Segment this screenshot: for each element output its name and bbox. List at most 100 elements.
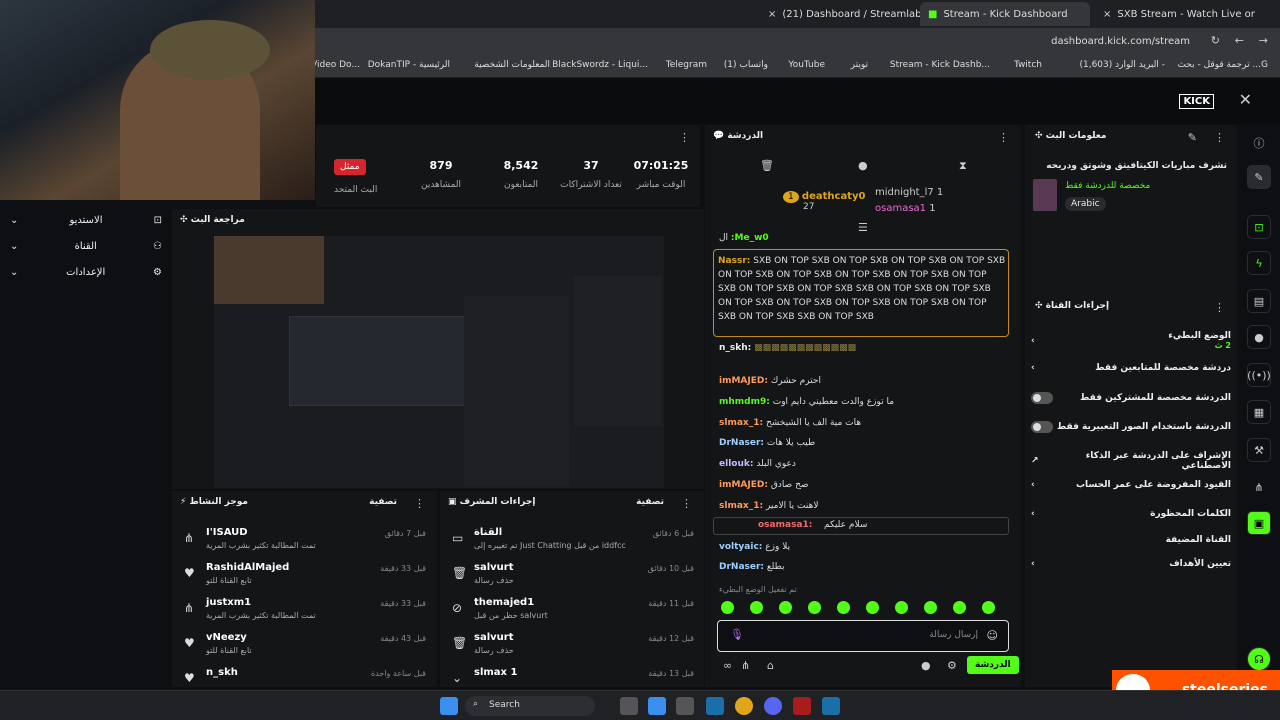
bookmark[interactable]: Stream - Kick Dashb... [890,60,990,70]
forward-icon[interactable]: → [1259,34,1268,47]
bookmark[interactable]: YouTube [788,60,825,70]
share-icon[interactable]: ⋔ [1247,475,1271,499]
toggle-switch[interactable] [1031,421,1053,433]
ban-icon: ⊘ [452,601,463,615]
steam-icon[interactable] [706,697,724,715]
app-icon[interactable] [793,697,811,715]
action-host-channel[interactable]: القناة المضيفة [1031,535,1231,545]
tab-kick-watch[interactable]: × SXB Stream - Watch Live on [1095,2,1255,26]
close-icon[interactable]: ✕ [1239,90,1252,109]
emoji-icon[interactable]: ☺ [987,629,998,642]
bookmark[interactable]: DokanTIP - الرئيسية [368,60,450,70]
explorer-icon[interactable] [648,697,666,715]
action-banned-words[interactable]: الكلمات المحظورة › [1031,509,1231,519]
bookmark[interactable]: المعلومات الشخصية [474,60,550,70]
steam-icon[interactable] [822,697,840,715]
mic-icon[interactable]: 🎙 [730,628,744,641]
gear-icon[interactable]: ⚙ [947,659,957,672]
settings-icon[interactable] [620,697,638,715]
bookmark[interactable]: واتساب (1) [724,60,768,70]
action-subscribers-only[interactable]: الدردشة مخصصة للمشتركين فقط [1031,392,1231,404]
action-followers-only[interactable]: دردشة مخصصة للمتابعين فقط › [1031,363,1231,373]
stream-preview[interactable] [214,236,664,488]
action-account-age[interactable]: القيود المفروضة على عمر الحساب › [1031,480,1231,490]
webcam-overlay [0,0,315,200]
stream-info-panel: ✣ معلومات البث ⋮ ✎ تشرف مباريات الكيتافي… [1025,125,1237,293]
trash-icon: 🗑 [452,636,468,650]
chat-message: Me_w0: ال [719,233,769,243]
tab-kick-dashboard[interactable]: ■ Stream - Kick Dashboard [920,2,1090,26]
send-chat-button[interactable]: الدردشة [967,656,1019,674]
hourglass-icon[interactable]: ⧗ [959,159,967,173]
document-icon[interactable]: ▤ [1247,289,1271,313]
wrench-icon[interactable]: ⚒ [1247,438,1271,462]
more-icon[interactable]: ⋮ [679,131,690,144]
right-toolbar: ⓘ ✎ ⊡ ϟ ▤ ● ((•)) ▦ ⚒ ⋔ ▣ ☊ [1238,125,1280,687]
bookmark[interactable]: Telegram [666,60,707,70]
shared-label: البث المتحد [334,185,378,195]
link-icon[interactable]: ∞ [723,659,732,672]
bookmark[interactable]: BlackSwordz - Liqui... [552,60,648,70]
steam-icon[interactable] [676,697,694,715]
chat-bubble-icon[interactable]: ● [1247,325,1271,349]
more-icon[interactable]: ⋮ [681,497,692,510]
bookmark[interactable]: ترجمة قوقل - بحث ...G [1177,60,1268,70]
studio-icon[interactable]: ⊡ [1247,215,1271,239]
store-icon[interactable]: ⌂ [767,659,774,672]
sidebar-item-settings[interactable]: ⌄ الإعدادات ⚙ [10,267,162,278]
chevron-right-icon: › [1031,336,1035,346]
action-slow-mode[interactable]: الوضع البطيء 2 ث › [1031,331,1231,351]
info-icon[interactable]: ⓘ [1247,131,1271,155]
action-set-goals[interactable]: تعيين الأهداف › [1031,559,1231,569]
close-icon[interactable]: × [1103,9,1111,20]
live-badge: ممثل [334,159,366,175]
more-icon[interactable]: ⋮ [998,131,1009,144]
bookmark[interactable]: البريد الوارد (1,603) - [1079,60,1165,70]
more-icon[interactable]: ⋮ [1214,301,1225,314]
emote-bar[interactable] [713,601,1003,617]
taskbar-search[interactable]: ⌕ Search [465,696,595,716]
chat-message-highlight: osamasa1: سلام عليكم [713,517,1009,535]
edit-icon[interactable]: ✎ [1247,165,1271,189]
start-icon[interactable] [440,697,458,715]
lightning-icon[interactable]: ϟ [1247,251,1271,275]
action-emotes-only[interactable]: الدردشة باستخدام الصور التعبيرية فقط [1031,421,1231,433]
chat-message: DrNaser: طيب يلا هات [719,438,816,448]
trash-icon[interactable]: 🗑 [760,159,774,172]
layers-icon[interactable]: ▦ [1247,400,1271,424]
more-icon[interactable]: ⋮ [414,497,425,510]
panel-header: ⚡ موجز النشاط [180,497,248,507]
filter-button[interactable]: تصفية [369,497,397,507]
chat-bubble-icon[interactable]: ● [858,159,868,172]
action-ai-moderation[interactable]: الإشراف على الدردشة عبر الذكاء الاصطناعي… [1031,451,1231,471]
sidebar-item-channel[interactable]: ⌄ القناة ⚇ [10,241,162,252]
app-icon[interactable]: ▣ [1247,511,1271,535]
chat-bubble-icon[interactable]: ● [921,659,931,672]
mod-item: ▭ القناة تم تغييره إلى Just Chatting من قب… [452,527,694,550]
tv-icon: ▭ [452,531,464,545]
top-gifter: 1 deathcaty0 27 [783,191,865,212]
bookmark[interactable]: تويتر [851,60,868,70]
chat-message: slmax_1: لاهنت يا الامير [719,501,819,511]
chat-input[interactable]: إرسال رسالة ☺ 🎙 [717,620,1009,652]
tab-streamlabs[interactable]: × (21) Dashboard / Streamlabs [760,2,920,26]
reload-icon[interactable]: ↻ [1211,34,1220,47]
back-icon[interactable]: ← [1235,34,1244,47]
taskbar: ⌕ Search [0,690,1280,720]
sidebar-item-studio[interactable]: ⌄ الاستديو ⊡ [10,215,162,226]
toggle-switch[interactable] [1031,392,1053,404]
close-icon[interactable]: × [768,9,776,20]
url-field[interactable]: dashboard.kick.com/stream [1051,36,1190,47]
feed-item: ⋔ justxm1 تمت المطالبة تكثير بشرب المرية قب… [184,597,426,620]
filter-button[interactable]: تصفية [636,497,664,507]
more-icon[interactable]: ⋮ [1214,131,1225,144]
support-icon[interactable]: ☊ [1247,647,1271,671]
share-icon[interactable]: ⋔ [741,659,750,672]
chrome-icon[interactable] [735,697,753,715]
discord-icon[interactable] [764,697,782,715]
edit-icon[interactable]: ✎ [1188,131,1197,144]
preview-nested [289,316,469,406]
broadcast-icon[interactable]: ((•)) [1247,363,1271,387]
bookmark[interactable]: Twitch [1014,60,1042,70]
mod-item: ⌄ slmax 1 قبل 13 دقيقة [452,667,694,685]
